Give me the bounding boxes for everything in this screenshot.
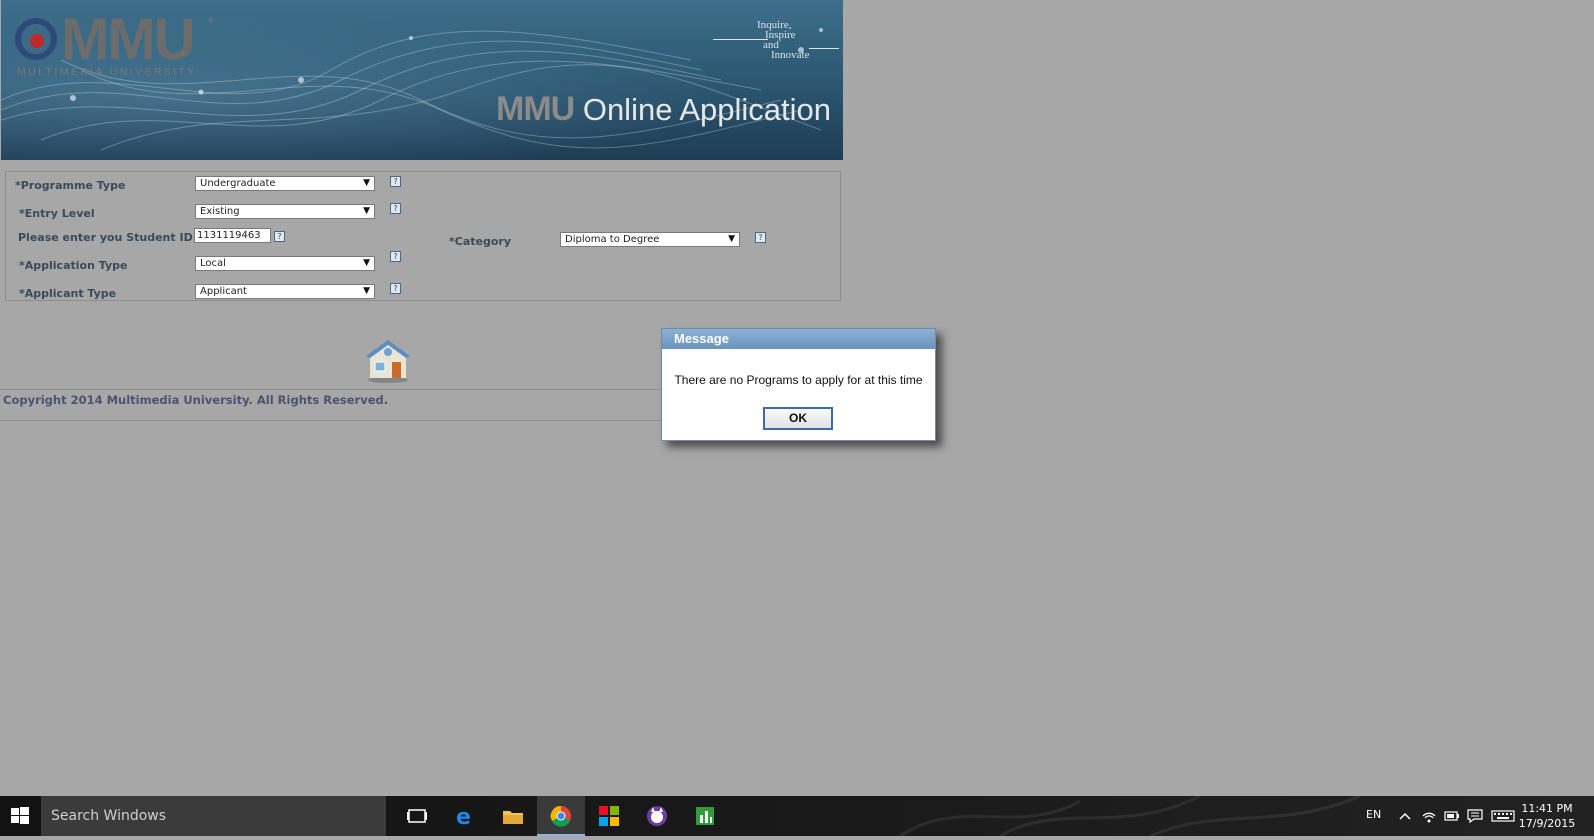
logo-text: MMU xyxy=(61,7,196,72)
message-dialog: Message There are no Programs to apply f… xyxy=(661,328,936,441)
logo-registered-mark: ® xyxy=(207,16,215,25)
tagline-rule xyxy=(713,39,768,40)
divider xyxy=(0,389,662,390)
applicant-type-value: Applicant xyxy=(200,286,247,297)
help-icon[interactable]: ? xyxy=(390,283,401,294)
chevron-up-icon[interactable] xyxy=(1397,808,1413,824)
tagline-line-4: Innovate xyxy=(771,49,810,61)
cat-app-icon[interactable] xyxy=(633,796,681,836)
edge-icon[interactable]: e xyxy=(441,796,489,836)
student-id-input[interactable]: 1131119463 xyxy=(194,228,271,243)
project-app-icon[interactable] xyxy=(681,796,729,836)
windows-start-icon[interactable] xyxy=(0,796,40,836)
ok-button[interactable]: OK xyxy=(763,407,833,430)
student-id-label: Please enter you Student ID xyxy=(18,231,193,244)
entry-level-value: Existing xyxy=(200,206,240,217)
help-icon[interactable]: ? xyxy=(390,251,401,262)
tagline-rule xyxy=(809,48,839,49)
chevron-down-icon: ▼ xyxy=(363,286,370,296)
page-title: MMU Online Application xyxy=(496,90,831,129)
dialog-message: There are no Programs to apply for at th… xyxy=(674,373,923,387)
page-title-brand: MMU xyxy=(496,90,575,128)
taskbar: Search Windows e EN 11:41 PM 17/9/2015 xyxy=(0,796,1594,836)
programme-type-select[interactable]: Undergraduate ▼ xyxy=(195,176,375,191)
tagline: Inquire, Inspire and Innovate xyxy=(713,20,839,66)
application-type-value: Local xyxy=(200,258,226,269)
chevron-down-icon: ▼ xyxy=(363,178,370,188)
help-icon[interactable]: ? xyxy=(390,176,401,187)
applicant-type-label: *Applicant Type xyxy=(19,287,117,300)
help-icon[interactable]: ? xyxy=(755,232,766,243)
category-select[interactable]: Diploma to Degree ▼ xyxy=(560,232,740,247)
clock-time: 11:41 PM xyxy=(1521,802,1573,815)
divider xyxy=(0,420,662,421)
store-icon[interactable] xyxy=(585,796,633,836)
page-title-text: Online Application xyxy=(574,92,831,127)
chevron-down-icon: ▼ xyxy=(363,258,370,268)
chevron-down-icon: ▼ xyxy=(363,206,370,216)
dialog-title: Message xyxy=(662,329,935,349)
file-explorer-icon[interactable] xyxy=(489,796,537,836)
task-view-icon[interactable] xyxy=(393,796,441,836)
keyboard-icon[interactable] xyxy=(1491,808,1515,824)
help-icon[interactable]: ? xyxy=(390,203,401,214)
logo-subtitle: MULTIMEDIA UNIVERSITY xyxy=(17,66,197,78)
entry-level-select[interactable]: Existing ▼ xyxy=(195,204,375,219)
application-type-select[interactable]: Local ▼ xyxy=(195,256,375,271)
category-value: Diploma to Degree xyxy=(565,234,660,245)
wifi-icon[interactable] xyxy=(1421,808,1437,824)
application-type-label: *Application Type xyxy=(19,259,128,272)
taskbar-search-input[interactable]: Search Windows xyxy=(41,796,386,836)
applicant-type-select[interactable]: Applicant ▼ xyxy=(195,284,375,299)
chevron-down-icon: ▼ xyxy=(728,234,735,244)
entry-level-label: *Entry Level xyxy=(19,207,95,220)
battery-icon[interactable] xyxy=(1444,808,1460,824)
programme-type-label: *Programme Type xyxy=(15,179,126,192)
copyright-text: Copyright 2014 Multimedia University. Al… xyxy=(3,393,389,407)
help-icon[interactable]: ? xyxy=(274,231,285,242)
programme-type-value: Undergraduate xyxy=(200,178,276,189)
category-label: *Category xyxy=(449,235,511,248)
language-indicator[interactable]: EN xyxy=(1366,808,1381,821)
clock-date: 17/9/2015 xyxy=(1518,817,1576,830)
header-banner: MMU ® MULTIMEDIA UNIVERSITY Inquire, Ins… xyxy=(1,0,843,160)
notification-icon[interactable] xyxy=(1467,808,1483,824)
svg-text:e: e xyxy=(456,805,471,827)
taskbar-clock[interactable]: 11:41 PM 17/9/2015 xyxy=(1516,801,1578,831)
home-icon[interactable] xyxy=(362,336,414,384)
chrome-icon[interactable] xyxy=(537,796,585,836)
